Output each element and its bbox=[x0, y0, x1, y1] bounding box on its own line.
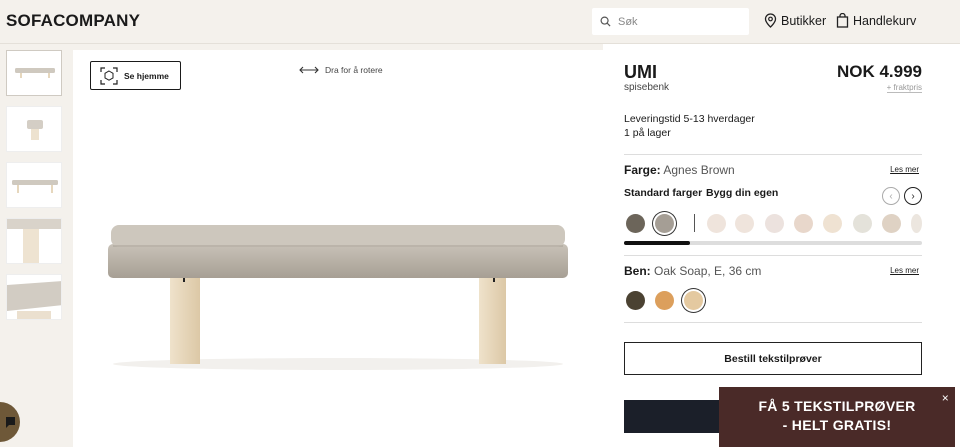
delivery-info: Leveringstid 5-13 hverdager 1 på lager bbox=[624, 112, 755, 140]
chevron-right-icon: › bbox=[911, 190, 915, 202]
stores-link[interactable]: Butikker bbox=[764, 13, 826, 28]
color-swatch[interactable] bbox=[626, 214, 645, 233]
site-header: SOFACOMPANY Søk Butikker Handlekurv bbox=[0, 0, 960, 44]
color-swatch[interactable] bbox=[823, 214, 842, 233]
divider bbox=[624, 154, 922, 155]
swatch-scroll-progress bbox=[624, 241, 922, 245]
promo-line-1: FÅ 5 TEKSTILPRØVER bbox=[758, 398, 916, 414]
color-label-key: Farge: bbox=[624, 163, 661, 177]
legs-value: Oak Soap, E, 36 cm bbox=[654, 264, 762, 278]
tab-standard-colors[interactable]: Standard farger bbox=[624, 187, 702, 199]
color-swatch[interactable] bbox=[655, 214, 674, 233]
delivery-time: Leveringstid 5-13 hverdager bbox=[624, 113, 755, 125]
product-3d-viewer[interactable]: Se hjemme Dra for å rotere bbox=[73, 50, 603, 447]
chat-widget-button[interactable] bbox=[0, 402, 20, 442]
thumbnail-side[interactable] bbox=[6, 106, 62, 152]
thumbnail-closeup[interactable] bbox=[6, 274, 62, 320]
search-input[interactable]: Søk bbox=[592, 8, 749, 35]
promo-popup[interactable]: × FÅ 5 TEKSTILPRØVER - HELT GRATIS! bbox=[719, 387, 955, 447]
bench-angle-thumbnail-image bbox=[12, 180, 58, 193]
cart-link[interactable]: Handlekurv bbox=[836, 13, 916, 28]
color-swatch[interactable] bbox=[707, 214, 726, 233]
bench-detail-thumbnail-image bbox=[7, 219, 61, 263]
stores-label: Butikker bbox=[781, 13, 827, 28]
thumbnail-front[interactable] bbox=[6, 50, 62, 96]
swatch-prev-button[interactable]: ‹ bbox=[882, 187, 900, 205]
product-name: UMI bbox=[624, 62, 657, 82]
color-swatch[interactable] bbox=[882, 214, 901, 233]
close-icon[interactable]: × bbox=[942, 389, 949, 408]
bench-thumbnail-image bbox=[15, 68, 55, 78]
leg-swatch[interactable] bbox=[626, 291, 645, 310]
color-swatch[interactable] bbox=[853, 214, 872, 233]
color-swatch[interactable] bbox=[735, 214, 754, 233]
product-price: NOK 4.999 bbox=[836, 62, 922, 81]
order-samples-button[interactable]: Bestill tekstilprøver bbox=[624, 342, 922, 375]
promo-line-2: - HELT GRATIS! bbox=[782, 417, 892, 433]
legs-label-key: Ben: bbox=[624, 264, 651, 278]
logo[interactable]: SOFACOMPANY bbox=[6, 11, 140, 31]
swatch-separator bbox=[694, 214, 695, 232]
thumbnail-strip bbox=[6, 50, 63, 330]
legs-read-more-link[interactable]: Les mer bbox=[890, 266, 919, 275]
color-read-more-link[interactable]: Les mer bbox=[890, 165, 919, 174]
thumbnail-angle[interactable] bbox=[6, 162, 62, 208]
swatch-scroll-progress-fill bbox=[624, 241, 690, 245]
color-label: Farge: Agnes Brown bbox=[624, 163, 735, 177]
chat-bubble-icon bbox=[6, 417, 15, 428]
shopping-bag-icon bbox=[836, 13, 849, 28]
stock-status: 1 på lager bbox=[624, 127, 671, 139]
legs-label: Ben: Oak Soap, E, 36 cm bbox=[624, 264, 761, 278]
color-value: Agnes Brown bbox=[663, 163, 735, 177]
cart-label: Handlekurv bbox=[853, 13, 917, 28]
tab-build-your-own[interactable]: Bygg din egen bbox=[706, 187, 778, 199]
leg-swatch[interactable] bbox=[684, 291, 703, 310]
bench-closeup-thumbnail-image bbox=[7, 281, 61, 319]
freight-link[interactable]: + fraktpris bbox=[886, 83, 922, 93]
product-subtitle: spisebenk bbox=[624, 82, 670, 93]
bench-product-image bbox=[108, 225, 568, 370]
color-swatch[interactable] bbox=[765, 214, 784, 233]
divider bbox=[624, 322, 922, 323]
color-swatch[interactable] bbox=[911, 214, 922, 233]
divider bbox=[624, 255, 922, 256]
leg-swatch[interactable] bbox=[655, 291, 674, 310]
swatch-next-button[interactable]: › bbox=[904, 187, 922, 205]
location-pin-icon bbox=[764, 13, 777, 28]
search-placeholder: Søk bbox=[618, 15, 638, 28]
search-icon bbox=[600, 16, 611, 27]
color-swatch[interactable] bbox=[794, 214, 813, 233]
chevron-left-icon: ‹ bbox=[889, 190, 893, 202]
bench-side-thumbnail-image bbox=[27, 120, 43, 140]
thumbnail-detail[interactable] bbox=[6, 218, 62, 264]
